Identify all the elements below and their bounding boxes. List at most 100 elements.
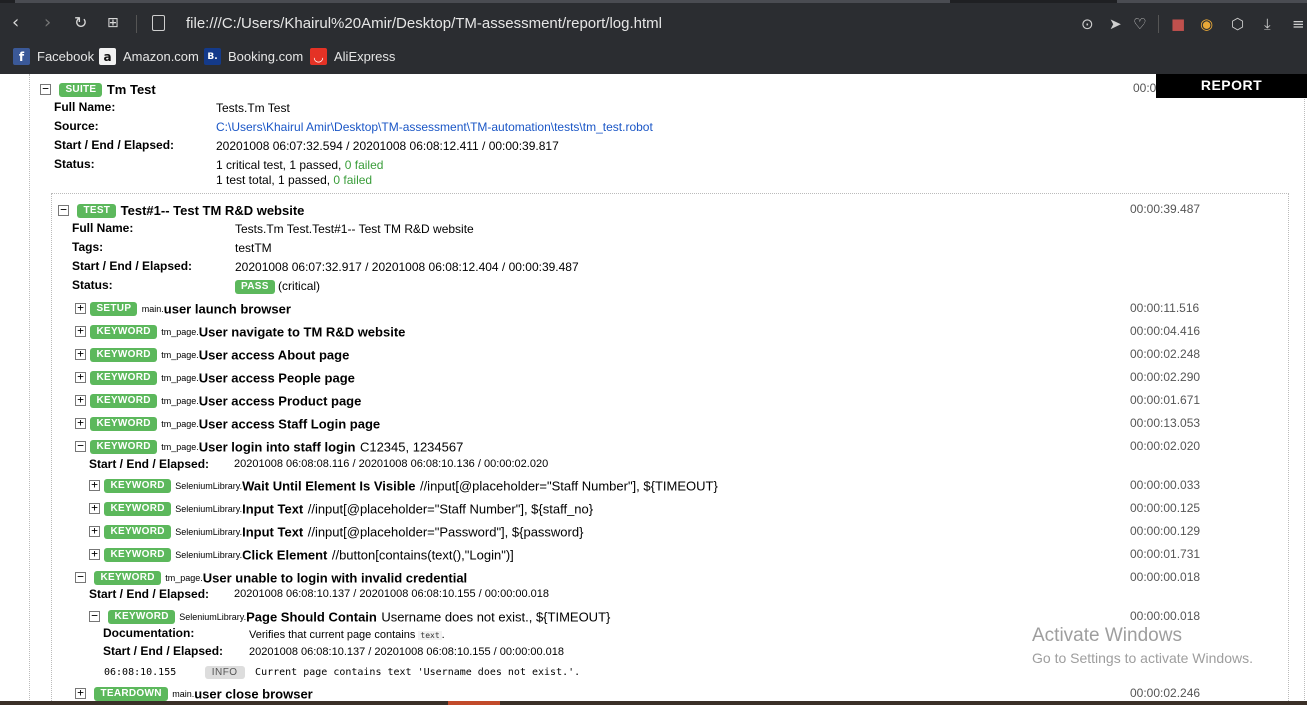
tab-strip bbox=[0, 0, 1307, 3]
aliexpress-icon: ◡ bbox=[310, 48, 327, 65]
keyword-library: tm_page. bbox=[161, 395, 199, 406]
keyword-row[interactable]: + KEYWORD SeleniumLibrary.Input Text //i… bbox=[89, 523, 583, 541]
keyword-library: SeleniumLibrary. bbox=[175, 480, 243, 491]
keyword-name: User login into staff login bbox=[198, 439, 356, 455]
suite-elapsed: 00:0 bbox=[1133, 81, 1157, 95]
keyword-elapsed: 00:00:02.246 bbox=[1130, 686, 1201, 700]
documentation: Verifies that current page contains text… bbox=[249, 629, 445, 641]
keyword-row[interactable]: − KEYWORD SeleniumLibrary.Page Should Co… bbox=[89, 608, 610, 626]
keyword-name: user launch browser bbox=[163, 301, 291, 317]
status-text: (critical) bbox=[278, 279, 321, 293]
keyword-row[interactable]: + KEYWORD tm_page.User access About page bbox=[75, 346, 349, 364]
keyword-elapsed: 00:00:00.033 bbox=[1130, 478, 1201, 492]
doc-end: . bbox=[441, 629, 445, 641]
suite-header[interactable]: − SUITE Tm Test bbox=[40, 81, 156, 99]
test-name: Test#1-- Test TM R&D website bbox=[120, 203, 305, 218]
keyword-row[interactable]: − KEYWORD tm_page.User login into staff … bbox=[75, 438, 463, 456]
expand-toggle[interactable]: + bbox=[75, 325, 86, 338]
keyword-elapsed: 00:00:11.516 bbox=[1130, 301, 1200, 315]
activation-watermark-subtitle: Go to Settings to activate Windows. bbox=[1032, 650, 1253, 666]
download-icon[interactable]: ⤓ bbox=[1264, 16, 1271, 32]
extension-icon[interactable]: ◉ bbox=[1200, 16, 1213, 32]
extension-icon[interactable]: ■ bbox=[1171, 16, 1185, 32]
meta-value: 20201008 06:07:32.594 / 20201008 06:08:1… bbox=[216, 139, 559, 153]
keyword-elapsed: 00:00:00.018 bbox=[1130, 609, 1201, 623]
bookmark-facebook[interactable]: f Facebook bbox=[13, 48, 94, 65]
library-name: SeleniumLibrary bbox=[175, 526, 240, 537]
meta-value: Tests.Tm Test.Test#1-- Test TM R&D websi… bbox=[235, 222, 474, 236]
keyword-row[interactable]: + KEYWORD SeleniumLibrary.Click Element … bbox=[89, 546, 514, 564]
report-link[interactable]: REPORT bbox=[1156, 74, 1307, 98]
expand-toggle[interactable]: + bbox=[75, 302, 86, 315]
expand-toggle[interactable]: + bbox=[89, 479, 100, 492]
log-page: − SUITE Tm Test 00:0 REPORT Full Name: T… bbox=[0, 74, 1307, 705]
expand-toggle[interactable]: + bbox=[75, 348, 86, 361]
expand-toggle[interactable]: + bbox=[89, 548, 100, 561]
browser-chrome: ‹ › ↻ ⊞ file:///C:/Users/Khairul%20Amir/… bbox=[0, 0, 1307, 74]
source-link[interactable]: C:\Users\Khairul Amir\Desktop\TM-assessm… bbox=[216, 120, 653, 134]
collapse-toggle[interactable]: − bbox=[89, 610, 100, 623]
keyword-row[interactable]: − KEYWORD tm_page.User unable to login w… bbox=[75, 569, 467, 587]
meta-label: Start / End / Elapsed: bbox=[54, 138, 175, 152]
library-name: tm_page bbox=[161, 372, 197, 383]
keyword-row[interactable]: + KEYWORD tm_page.User access Staff Logi… bbox=[75, 415, 380, 433]
suite-status-line: 1 test total, 1 passed, 0 failed bbox=[216, 173, 372, 187]
collapse-toggle[interactable]: − bbox=[40, 83, 51, 96]
tabs-grid-icon[interactable]: ⊞ bbox=[107, 13, 119, 33]
keyword-name: User access People page bbox=[198, 370, 355, 386]
status-text: 1 test total, 1 passed, bbox=[216, 173, 334, 187]
collapse-toggle[interactable]: − bbox=[75, 571, 86, 584]
library-name: tm_page bbox=[161, 418, 197, 429]
page-margin bbox=[0, 74, 28, 705]
meta-value: 20201008 06:08:10.137 / 20201008 06:08:1… bbox=[249, 646, 565, 658]
expand-toggle[interactable]: + bbox=[75, 417, 86, 430]
keyword-args: //button[contains(text(),"Login")] bbox=[331, 547, 514, 563]
meta-value: 20201008 06:07:32.917 / 20201008 06:08:1… bbox=[235, 260, 579, 274]
test-label: TEST bbox=[77, 203, 117, 218]
test-header[interactable]: − TEST Test#1-- Test TM R&D website bbox=[58, 202, 304, 220]
expand-toggle[interactable]: + bbox=[75, 687, 86, 700]
bookmark-aliexpress[interactable]: ◡ AliExpress bbox=[310, 48, 395, 65]
cube-icon[interactable]: ⬡ bbox=[1231, 16, 1244, 32]
suite-status-line: 1 critical test, 1 passed, 0 failed bbox=[216, 158, 383, 172]
keyword-library: SeleniumLibrary. bbox=[175, 503, 243, 514]
library-name: SeleniumLibrary bbox=[175, 480, 240, 491]
keyword-row[interactable]: + KEYWORD tm_page.User navigate to TM R&… bbox=[75, 323, 405, 341]
meta-label: Source: bbox=[54, 119, 99, 133]
collapse-toggle[interactable]: − bbox=[58, 204, 69, 217]
reload-icon[interactable]: ↻ bbox=[74, 13, 87, 33]
booking-icon: B. bbox=[204, 48, 221, 65]
keyword-elapsed: 00:00:01.731 bbox=[1130, 547, 1201, 561]
keyword-row[interactable]: + KEYWORD tm_page.User access Product pa… bbox=[75, 392, 361, 410]
keyword-args: //input[@placeholder="Staff Number"], ${… bbox=[419, 478, 718, 494]
expand-toggle[interactable]: + bbox=[75, 394, 86, 407]
heart-icon[interactable]: ♡ bbox=[1133, 16, 1146, 32]
expand-toggle[interactable]: + bbox=[89, 502, 100, 515]
send-icon[interactable]: ➤ bbox=[1109, 16, 1122, 32]
expand-toggle[interactable]: + bbox=[89, 525, 100, 538]
back-icon[interactable]: ‹ bbox=[12, 13, 19, 33]
expand-toggle[interactable]: + bbox=[75, 371, 86, 384]
keyword-elapsed: 00:00:13.053 bbox=[1130, 416, 1201, 430]
meta-label: Start / End / Elapsed: bbox=[89, 587, 210, 601]
bookmark-amazon[interactable]: a Amazon.com bbox=[99, 48, 199, 65]
collapse-toggle[interactable]: − bbox=[75, 440, 86, 453]
camera-icon[interactable]: ⊙ bbox=[1081, 16, 1094, 32]
keyword-row[interactable]: + KEYWORD tm_page.User access People pag… bbox=[75, 369, 355, 387]
keyword-row[interactable]: + SETUP main.user launch browser bbox=[75, 300, 291, 318]
bookmark-booking[interactable]: B. Booking.com bbox=[204, 48, 303, 65]
meta-label: Full Name: bbox=[72, 221, 134, 235]
keyword-label: KEYWORD bbox=[94, 570, 161, 585]
keyword-label: KEYWORD bbox=[90, 416, 157, 431]
forward-icon[interactable]: › bbox=[44, 13, 51, 33]
source-link-text[interactable]: C:\Users\Khairul Amir\Desktop\TM-assessm… bbox=[216, 120, 653, 134]
keyword-label: KEYWORD bbox=[104, 501, 171, 516]
keyword-row[interactable]: + KEYWORD SeleniumLibrary.Input Text //i… bbox=[89, 500, 593, 518]
menu-icon[interactable]: ≡ bbox=[1292, 16, 1305, 32]
facebook-icon: f bbox=[13, 48, 30, 65]
library-name: tm_page bbox=[165, 572, 201, 583]
test-elapsed: 00:00:39.487 bbox=[1130, 202, 1201, 216]
keyword-row[interactable]: + KEYWORD SeleniumLibrary.Wait Until Ele… bbox=[89, 477, 718, 495]
url-text[interactable]: file:///C:/Users/Khairul%20Amir/Desktop/… bbox=[186, 15, 662, 32]
keyword-args: C12345, 1234567 bbox=[359, 439, 464, 455]
